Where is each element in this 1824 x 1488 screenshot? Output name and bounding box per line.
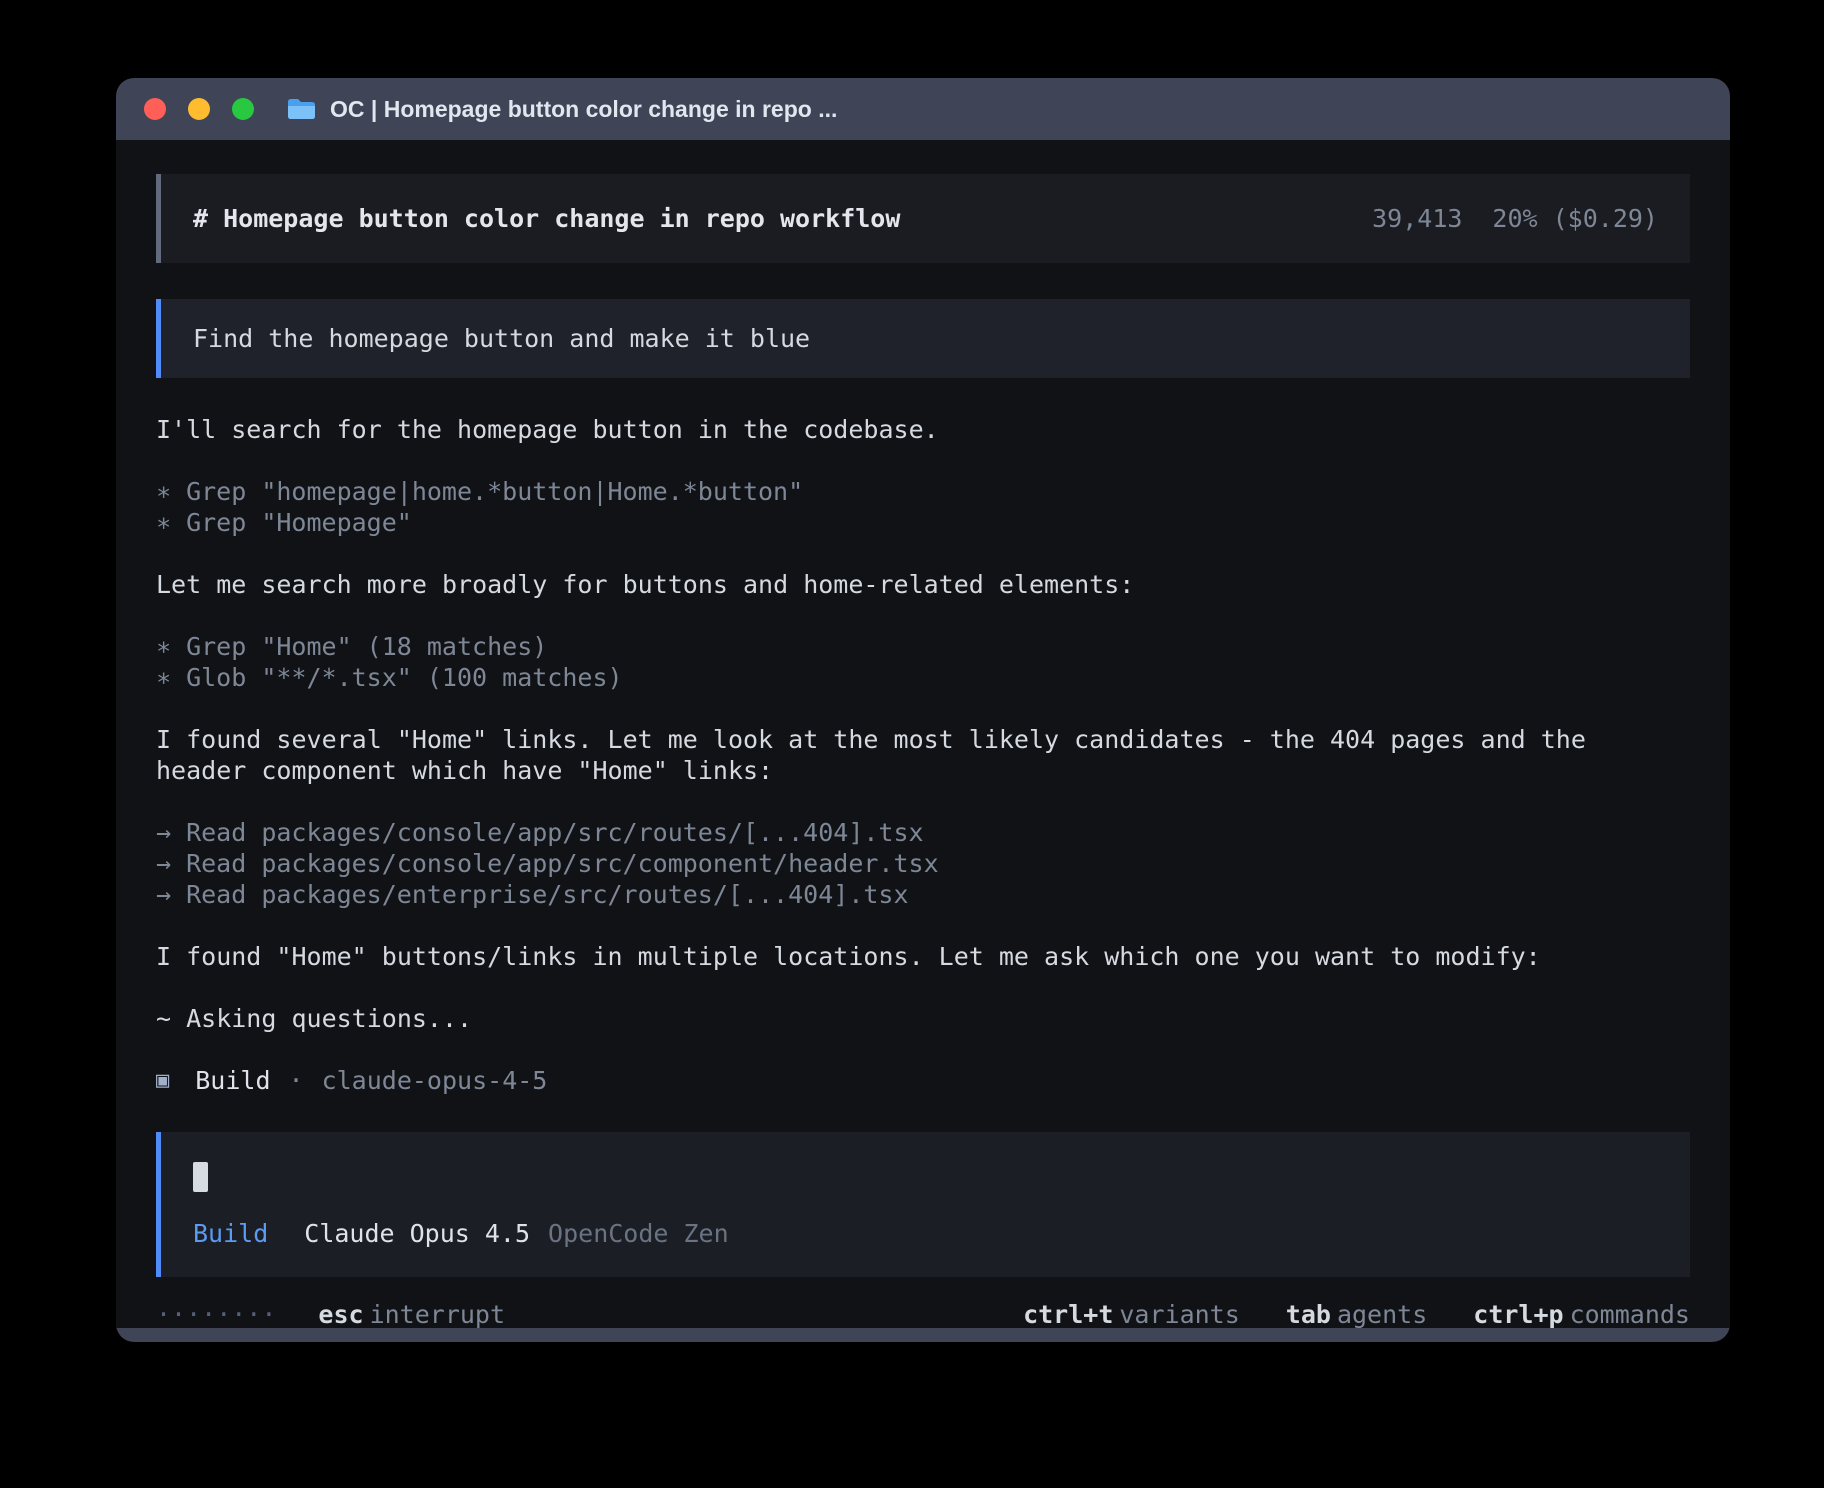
hint-key: esc xyxy=(318,1300,363,1329)
hint-variants: ctrl+tvariants xyxy=(1023,1299,1240,1330)
user-message: Find the homepage button and make it blu… xyxy=(156,299,1690,378)
tool-read-icon: → xyxy=(156,817,171,848)
model-name: claude-opus-4-5 xyxy=(322,1065,548,1096)
tool-call-text: Read packages/enterprise/src/routes/[...… xyxy=(186,880,908,909)
terminal-window: OC | Homepage button color change in rep… xyxy=(116,78,1730,1342)
tool-pending-icon: ∗ xyxy=(156,476,171,507)
tool-pending-icon: ∗ xyxy=(156,507,171,538)
hint-label: agents xyxy=(1337,1300,1427,1329)
hint-label: commands xyxy=(1570,1300,1690,1329)
hint-key: ctrl+t xyxy=(1023,1300,1113,1329)
context-usage: 20% ($0.29) xyxy=(1492,203,1658,234)
agent-mode-label[interactable]: Build xyxy=(193,1218,268,1249)
assistant-working-message: ~ Asking questions... xyxy=(156,1003,1690,1034)
prompt-meta: Build Claude Opus 4.5 OpenCode Zen xyxy=(193,1218,1658,1249)
traffic-lights xyxy=(144,98,254,120)
tool-call-group: ∗ Grep "Home" (18 matches) ∗ Glob "**/*.ts… xyxy=(156,631,1690,693)
session-title: # Homepage button color change in repo w… xyxy=(193,203,900,234)
prompt-provider-label: OpenCode Zen xyxy=(548,1218,729,1249)
tool-read-icon: → xyxy=(156,848,171,879)
terminal-content: # Homepage button color change in repo w… xyxy=(116,140,1730,1328)
prompt-input[interactable]: Build Claude Opus 4.5 OpenCode Zen xyxy=(156,1132,1690,1277)
token-count: 39,413 xyxy=(1372,203,1462,234)
tool-call: ∗ Grep "homepage|home.*button|Home.*butto… xyxy=(156,476,1690,507)
separator-dot: · xyxy=(289,1065,304,1096)
tool-call-group: ∗ Grep "homepage|home.*button|Home.*butto… xyxy=(156,476,1690,538)
tool-call-text: Glob "**/*.tsx" (100 matches) xyxy=(186,663,623,692)
tool-read-icon: → xyxy=(156,879,171,910)
hint-label: variants xyxy=(1119,1300,1239,1329)
tool-call: → Read packages/enterprise/src/routes/[..… xyxy=(156,879,1690,910)
zoom-button[interactable] xyxy=(232,98,254,120)
tool-call-text: Grep "homepage|home.*button|Home.*button… xyxy=(186,477,803,506)
tool-call-text: Grep "Homepage" xyxy=(186,508,412,537)
hint-interrupt: escinterrupt xyxy=(318,1299,505,1330)
tool-call-group: → Read packages/console/app/src/routes/[.… xyxy=(156,817,1690,910)
close-button[interactable] xyxy=(144,98,166,120)
assistant-message: I found "Home" buttons/links in multiple… xyxy=(156,941,1690,972)
tool-call: ∗ Grep "Homepage" xyxy=(156,507,1690,538)
hint-commands: ctrl+pcommands xyxy=(1473,1299,1690,1330)
tool-call: ∗ Grep "Home" (18 matches) xyxy=(156,631,1690,662)
spinner-dots: ········ xyxy=(156,1299,276,1330)
session-header: # Homepage button color change in repo w… xyxy=(156,174,1690,263)
agent-status-line: ▣ Build · claude-opus-4-5 xyxy=(156,1065,1690,1096)
window-title: OC | Homepage button color change in rep… xyxy=(330,96,837,123)
prompt-model-label: Claude Opus 4.5 xyxy=(304,1218,530,1249)
text-cursor-block xyxy=(193,1162,208,1192)
status-bar: ········ escinterrupt ctrl+tvariants tab… xyxy=(156,1299,1690,1330)
agent-icon: ▣ xyxy=(156,1065,169,1096)
minimize-button[interactable] xyxy=(188,98,210,120)
hint-key: ctrl+p xyxy=(1473,1300,1563,1329)
tool-pending-icon: ∗ xyxy=(156,631,171,662)
tool-call-text: Read packages/console/app/src/routes/[..… xyxy=(186,818,924,847)
tool-call-text: Read packages/console/app/src/component/… xyxy=(186,849,939,878)
hint-key: tab xyxy=(1286,1300,1331,1329)
status-bar-right: ctrl+tvariants tabagents ctrl+pcommands xyxy=(1023,1299,1690,1330)
session-stats: 39,413 20% ($0.29) xyxy=(1372,203,1658,234)
assistant-message: I found several "Home" links. Let me loo… xyxy=(156,724,1690,786)
conversation: I'll search for the homepage button in t… xyxy=(156,414,1690,1096)
tool-call-text: Grep "Home" (18 matches) xyxy=(186,632,547,661)
hint-agents: tabagents xyxy=(1286,1299,1427,1330)
tool-call: ∗ Glob "**/*.tsx" (100 matches) xyxy=(156,662,1690,693)
assistant-message: Let me search more broadly for buttons a… xyxy=(156,569,1690,600)
status-bar-left: ········ escinterrupt xyxy=(156,1299,505,1330)
tool-call: → Read packages/console/app/src/routes/[.… xyxy=(156,817,1690,848)
agent-name: Build xyxy=(195,1065,270,1096)
folder-icon xyxy=(286,97,316,121)
assistant-message: I'll search for the homepage button in t… xyxy=(156,414,1690,445)
hint-label: interrupt xyxy=(370,1300,505,1329)
tool-pending-icon: ∗ xyxy=(156,662,171,693)
title-bar[interactable]: OC | Homepage button color change in rep… xyxy=(116,78,1730,140)
tool-call: → Read packages/console/app/src/component… xyxy=(156,848,1690,879)
